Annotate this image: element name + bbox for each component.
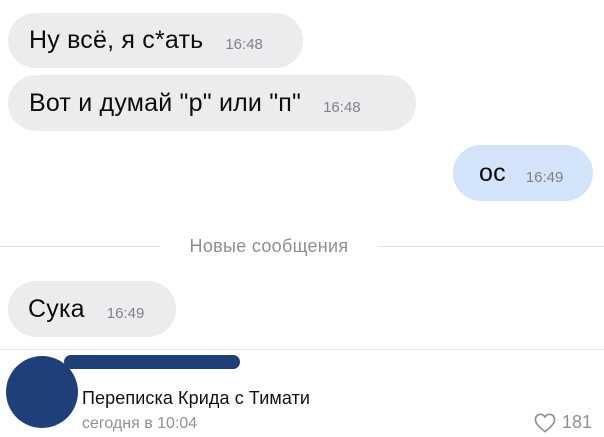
post-date: сегодня в 10:04 — [82, 415, 198, 432]
likes-count: 181 — [561, 412, 592, 432]
message-bubble-incoming[interactable]: Сука 16:49 — [8, 281, 176, 337]
message-time: 16:48 — [225, 36, 263, 53]
chat-area: Ну всё, я с*ать 16:48 Вот и думай "р" ил… — [0, 0, 604, 350]
new-messages-label: Новые сообщения — [189, 236, 349, 256]
post-footer: Переписка Крида с Тимати сегодня в 10:04… — [0, 350, 604, 437]
message-bubble-incoming[interactable]: Вот и думай "р" или "п" 16:48 — [8, 75, 416, 131]
message-bubble-outgoing[interactable]: ос 16:49 — [453, 145, 593, 201]
message-text: Ну всё, я с*ать — [29, 26, 204, 54]
heart-icon — [534, 413, 556, 432]
post-title[interactable]: Переписка Крида с Тимати — [82, 388, 310, 409]
message-time: 16:49 — [525, 168, 564, 186]
divider-line — [378, 246, 604, 247]
message-time: 16:48 — [323, 98, 361, 116]
message-time: 16:49 — [106, 304, 145, 322]
message-text: ос — [479, 158, 506, 187]
message-text: Вот и думай "р" или "п" — [29, 88, 302, 117]
message-text: Сука — [28, 294, 85, 323]
like-button[interactable]: 181 — [534, 412, 592, 433]
new-messages-divider: Новые сообщения — [0, 232, 604, 262]
message-bubble-incoming[interactable]: Ну всё, я с*ать 16:48 — [8, 13, 303, 68]
redacted-author-name[interactable] — [64, 355, 240, 369]
divider-line — [0, 246, 160, 247]
